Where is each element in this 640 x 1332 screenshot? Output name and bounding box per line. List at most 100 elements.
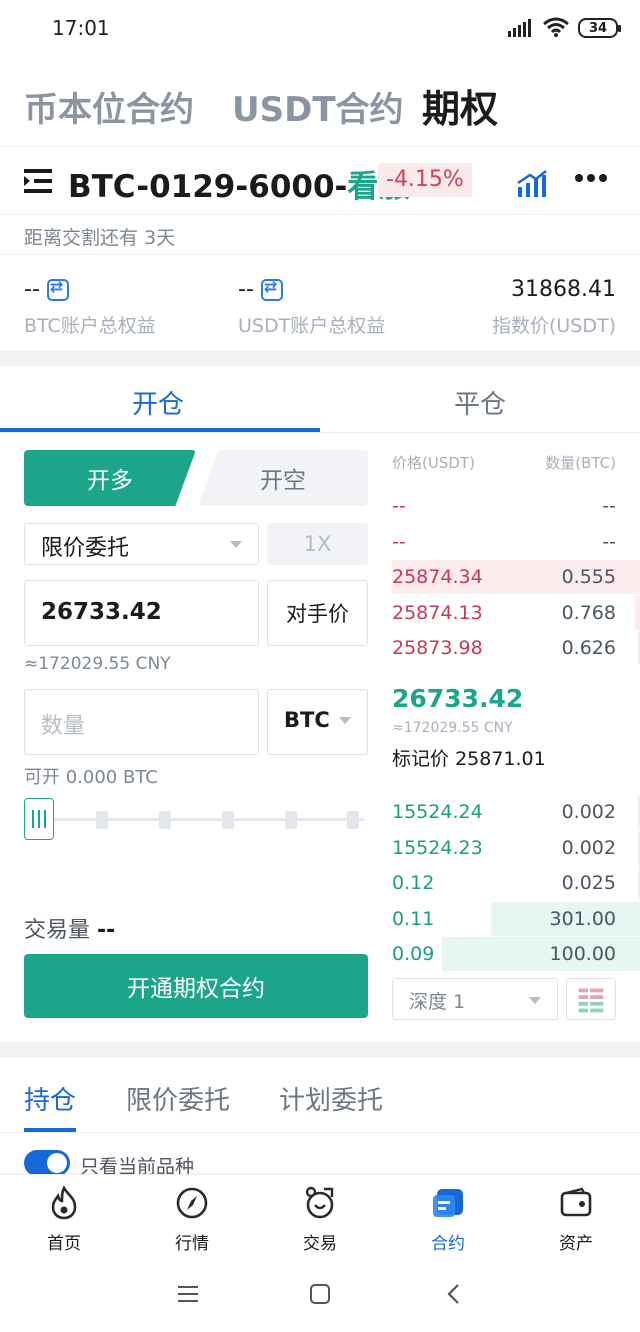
status-time: 17:01: [52, 16, 110, 40]
index-price-label: 指数价(USDT): [491, 315, 616, 337]
orderbook-qty: 301.00: [549, 907, 616, 930]
orderbook-row[interactable]: 15524.24 0.002: [392, 795, 640, 829]
equity-summary: -- BTC账户总权益 -- USDT账户总权益 31868.41 指数价(US…: [0, 254, 640, 350]
wifi-icon: [543, 17, 569, 37]
depth-bar: [635, 595, 640, 630]
battery-icon: 34: [578, 18, 621, 38]
orderbook-qty: 100.00: [549, 943, 616, 965]
back-icon[interactable]: [444, 1282, 464, 1306]
tab-limit-orders[interactable]: 限价委托: [126, 1080, 230, 1117]
current-only-toggle[interactable]: [24, 1150, 70, 1176]
nav-trade[interactable]: 交易: [256, 1175, 384, 1257]
orderbook-row[interactable]: -- --: [392, 489, 640, 523]
quantity-unit-select[interactable]: BTC: [267, 689, 368, 755]
open-long-button[interactable]: 开多: [24, 450, 196, 506]
wallet-icon: [560, 1187, 592, 1217]
btc-equity-label: BTC账户总权益: [24, 315, 156, 337]
open-short-button[interactable]: 开空: [198, 450, 368, 506]
nav-contract[interactable]: 合约: [384, 1175, 512, 1257]
orderbook-row[interactable]: -- --: [392, 525, 640, 559]
bottom-nav: 首页 行情 交易 合约 资产: [0, 1174, 640, 1256]
contract-header: BTC-0129-6000-看涨 -4.15%: [0, 146, 640, 214]
last-price[interactable]: 26733.42: [392, 684, 523, 713]
tab-positions[interactable]: 持仓: [24, 1080, 76, 1117]
orderbook-price: --: [392, 495, 406, 517]
contract-name[interactable]: BTC-0129-6000-看涨: [68, 161, 409, 206]
contract-icon: [433, 1189, 463, 1217]
tab-plan-orders[interactable]: 计划委托: [279, 1080, 383, 1117]
orderbook-price: 0.11: [392, 907, 435, 930]
price-cny: ≈172029.55 CNY: [24, 654, 171, 674]
quantity-input[interactable]: 数量: [24, 689, 259, 755]
tab-close[interactable]: 平仓: [454, 384, 506, 421]
position-panel: 持仓 限价委托 计划委托 只看当前品种: [0, 1058, 640, 1178]
signal-icon: [508, 19, 531, 37]
leverage-button[interactable]: 1X: [267, 523, 368, 565]
slider-handle[interactable]: [24, 798, 54, 840]
quantity-slider[interactable]: [24, 798, 368, 842]
orderbook-row[interactable]: 0.12 0.025: [392, 866, 640, 900]
mark-price: 标记价 25871.01: [392, 748, 546, 770]
chevron-down-icon: [529, 997, 541, 1004]
orderbook-qty: 0.002: [561, 836, 616, 859]
orderbook-row[interactable]: 25874.13 0.768: [392, 595, 640, 630]
transfer-icon[interactable]: [46, 277, 69, 301]
orderbook-row[interactable]: 0.09 100.00: [392, 937, 640, 971]
btc-equity-value: --: [24, 277, 69, 302]
orderbook-qty: --: [602, 530, 616, 553]
orderbook-price: 25874.13: [392, 601, 483, 624]
orderbook-qty: 0.555: [561, 566, 616, 588]
exchange-icon: [305, 1186, 334, 1219]
delivery-countdown: 距离交割还有 3天: [0, 214, 640, 254]
orderbook-qty: --: [602, 495, 616, 517]
orderbook-qty: 0.768: [561, 601, 616, 624]
flame-icon: [51, 1185, 77, 1220]
transfer-icon[interactable]: [260, 277, 283, 301]
orderbook-price: 15524.24: [392, 801, 483, 823]
usdt-equity-label: USDT账户总权益: [238, 315, 386, 337]
tab-usdt-margined[interactable]: USDT合约: [232, 82, 404, 131]
orderbook-qty: 0.025: [561, 872, 616, 894]
nav-market[interactable]: 行情: [128, 1175, 256, 1257]
chart-icon[interactable]: [516, 169, 548, 197]
system-nav-bar: [0, 1256, 640, 1332]
order-type-select[interactable]: 限价委托: [24, 523, 259, 565]
more-icon[interactable]: [574, 173, 608, 183]
index-price-value: 31868.41: [511, 277, 616, 302]
counterparty-price-button[interactable]: 对手价: [267, 580, 368, 646]
orderbook-price: 25874.34: [392, 566, 483, 588]
orderbook-price: --: [392, 530, 406, 553]
chevron-down-icon: [339, 717, 351, 724]
nav-home[interactable]: 首页: [0, 1175, 128, 1257]
orderbook-row[interactable]: 25874.34 0.555: [392, 560, 640, 594]
last-price-cny: ≈172029.55 CNY: [392, 720, 513, 736]
orderbook-qty-header: 数量(BTC): [545, 454, 616, 472]
price-input[interactable]: 26733.42: [24, 580, 259, 646]
tab-coin-margined[interactable]: 币本位合约: [24, 82, 194, 131]
orderbook-row[interactable]: 15524.23 0.002: [392, 830, 640, 865]
trade-panel: 开仓 平仓 开多 开空 限价委托 1X 26733.42 对手价 ≈172029…: [0, 366, 640, 1042]
orderbook-row[interactable]: 0.11 301.00: [392, 901, 640, 936]
orderbook-price: 0.09: [392, 943, 435, 965]
tab-open[interactable]: 开仓: [132, 384, 184, 421]
tab-options[interactable]: 期权: [422, 78, 498, 133]
orderbook-qty: 0.626: [561, 637, 616, 659]
orderbook-price: 0.12: [392, 872, 435, 894]
enable-options-button[interactable]: 开通期权合约: [24, 954, 368, 1018]
top-tabs: 币本位合约 USDT合约 期权: [0, 60, 640, 146]
usdt-equity-value: --: [238, 277, 283, 302]
available-amount: 可开 0.000 BTC: [24, 767, 158, 788]
orderbook-price-header: 价格(USDT): [392, 454, 475, 472]
orderbook-row[interactable]: 25873.98 0.626: [392, 631, 640, 665]
menu-icon[interactable]: [176, 1284, 200, 1304]
orderbook-layout-icon[interactable]: [566, 978, 616, 1020]
orderbook-price: 25873.98: [392, 637, 483, 659]
nav-assets[interactable]: 资产: [512, 1175, 640, 1257]
compass-icon: [176, 1187, 208, 1219]
depth-select[interactable]: 深度 1: [392, 978, 558, 1020]
orderbook-qty: 0.002: [561, 801, 616, 823]
chevron-down-icon: [230, 541, 242, 548]
menu-icon[interactable]: [24, 167, 54, 195]
home-icon[interactable]: [308, 1282, 332, 1306]
change-badge: -4.15%: [378, 163, 472, 197]
